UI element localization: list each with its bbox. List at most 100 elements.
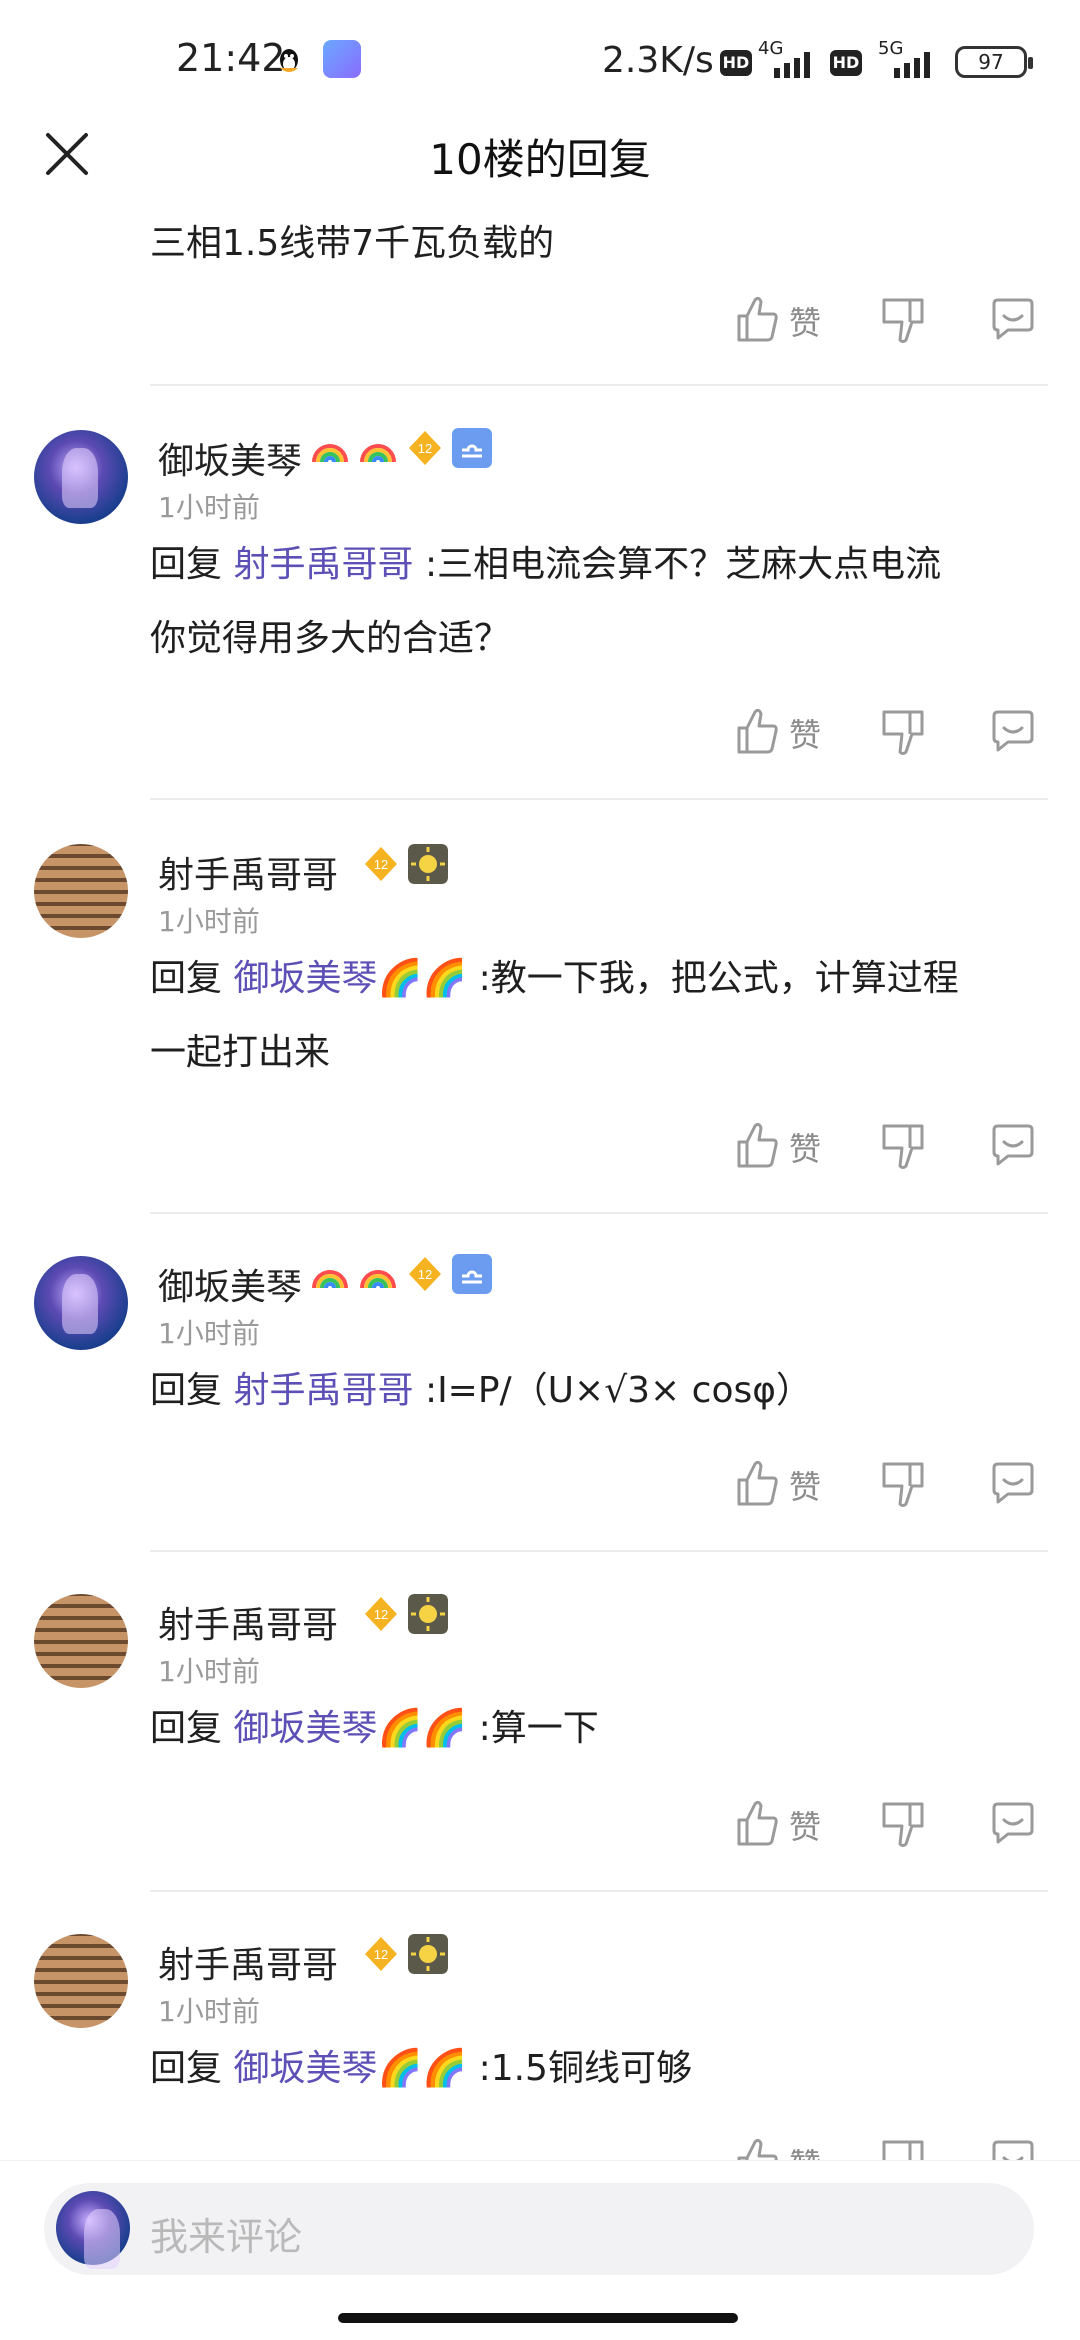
- thumbs-up-icon[interactable]: [735, 1120, 781, 1170]
- qq-penguin-icon: [280, 49, 298, 72]
- thumbs-down-icon[interactable]: [880, 708, 926, 758]
- reply-prefix: 回复: [150, 1370, 223, 1411]
- reply-actions: 赞: [735, 2136, 1045, 2160]
- comment-icon[interactable]: [990, 1800, 1036, 1846]
- svg-text:12: 12: [374, 1947, 388, 1962]
- reply-body: 回复 射手禹哥哥 :I=P/（U×√3× cosφ）: [150, 1354, 1030, 1428]
- like-label[interactable]: 赞: [789, 1124, 821, 1170]
- reply-prefix: 回复: [150, 2048, 223, 2089]
- username[interactable]: 御坂美琴: [158, 1258, 302, 1310]
- username[interactable]: 御坂美琴: [158, 432, 302, 484]
- thumbs-down-icon[interactable]: [880, 1460, 926, 1510]
- sun-badge-icon: [408, 844, 448, 884]
- reply-text: :I=P/（U×√3× cosφ）: [424, 1370, 812, 1411]
- reply-text: 一起打出来: [150, 1032, 331, 1073]
- rainbow-icon: [312, 444, 348, 463]
- avatar[interactable]: [34, 1256, 128, 1350]
- like-label[interactable]: 赞: [789, 1462, 821, 1508]
- level-badge-icon: 12: [409, 431, 441, 465]
- thumbs-up-icon[interactable]: [735, 2136, 781, 2160]
- user-badges: 12: [362, 1594, 448, 1634]
- mention-link[interactable]: 御坂美琴🌈🌈: [233, 1708, 467, 1749]
- hd-volte-icon: HD: [720, 50, 752, 76]
- reply-prefix: 回复: [150, 958, 223, 999]
- sun-badge-icon: [408, 1594, 448, 1634]
- rainbow-icon: [360, 1270, 396, 1289]
- reply-list[interactable]: 三相1.5线带7千瓦负载的 赞 御坂美琴 12 1小时前 回复 射手禹哥哥 :三…: [0, 210, 1080, 2160]
- level-badge-icon: 12: [409, 1257, 441, 1291]
- avatar[interactable]: [34, 1934, 128, 2028]
- reply-actions: 赞: [735, 294, 1045, 354]
- comment-icon[interactable]: [990, 708, 1036, 754]
- like-label[interactable]: 赞: [789, 298, 821, 344]
- like-label[interactable]: 赞: [789, 710, 821, 756]
- libra-sign-icon: [452, 428, 492, 468]
- svg-text:12: 12: [374, 1607, 388, 1622]
- reply-body: 回复 御坂美琴🌈🌈 :教一下我，把公式，计算过程 一起打出来: [150, 942, 1030, 1090]
- reply-text: :算一下: [478, 1708, 599, 1749]
- timestamp: 1小时前: [158, 1995, 260, 2028]
- divider: [150, 1550, 1048, 1552]
- comment-icon[interactable]: [990, 1122, 1036, 1168]
- libra-sign-icon: [452, 1254, 492, 1294]
- status-bar: 21:42 2.3K/s HD 4G HD 5G 97: [0, 0, 1080, 120]
- reply-text: 三相1.5线带7千瓦负载的: [150, 223, 555, 264]
- comment-bar: 我来评论: [0, 2160, 1080, 2340]
- mention-link[interactable]: 御坂美琴🌈🌈: [233, 958, 467, 999]
- avatar[interactable]: [34, 430, 128, 524]
- timestamp: 1小时前: [158, 491, 260, 524]
- user-badges: 12: [362, 844, 448, 884]
- reply-thread-screen: 21:42 2.3K/s HD 4G HD 5G 97 10楼的回复 三相1.5…: [0, 0, 1080, 2340]
- home-indicator[interactable]: [338, 2313, 738, 2323]
- hd-volte-icon: HD: [830, 50, 862, 76]
- thumbs-up-icon[interactable]: [735, 1798, 781, 1848]
- reply-actions: 赞: [735, 706, 1045, 766]
- username[interactable]: 射手禹哥哥: [158, 1936, 338, 1988]
- rainbow-icon: [360, 444, 396, 463]
- sun-badge-icon: [408, 1934, 448, 1974]
- reply-text: 你觉得用多大的合适？: [150, 618, 511, 659]
- reply-text: :1.5铜线可够: [478, 2048, 692, 2089]
- like-label[interactable]: 赞: [789, 2140, 821, 2160]
- username[interactable]: 射手禹哥哥: [158, 1596, 338, 1648]
- app-notification-icon: [323, 40, 361, 78]
- comment-icon[interactable]: [990, 1460, 1036, 1506]
- level-badge-icon: 12: [365, 847, 397, 881]
- reply-body: 回复 射手禹哥哥 :三相电流会算不？芝麻大点电流 你觉得用多大的合适？: [150, 528, 1030, 676]
- avatar[interactable]: [34, 1594, 128, 1688]
- reply-prefix: 回复: [150, 544, 223, 585]
- reply-body: 回复 御坂美琴🌈🌈 :算一下: [150, 1692, 1030, 1766]
- thumbs-up-icon[interactable]: [735, 1458, 781, 1508]
- status-time: 21:42: [176, 36, 286, 80]
- comment-icon[interactable]: [990, 2138, 1036, 2160]
- timestamp: 1小时前: [158, 905, 260, 938]
- like-label[interactable]: 赞: [789, 1802, 821, 1848]
- thumbs-down-icon[interactable]: [880, 1122, 926, 1172]
- reply-actions: 赞: [735, 1798, 1045, 1858]
- thumbs-up-icon[interactable]: [735, 294, 781, 344]
- thumbs-down-icon[interactable]: [880, 296, 926, 346]
- thumbs-down-icon[interactable]: [880, 2138, 926, 2160]
- mention-link[interactable]: 射手禹哥哥: [233, 544, 413, 585]
- reply-actions: 赞: [735, 1458, 1045, 1518]
- svg-text:12: 12: [418, 441, 432, 456]
- user-badges: 12: [310, 428, 492, 468]
- comment-placeholder[interactable]: 我来评论: [150, 2206, 302, 2261]
- mention-link[interactable]: 御坂美琴🌈🌈: [233, 2048, 467, 2089]
- level-badge-icon: 12: [365, 1937, 397, 1971]
- avatar[interactable]: [34, 844, 128, 938]
- page-title: 10楼的回复: [429, 135, 651, 184]
- username[interactable]: 射手禹哥哥: [158, 846, 338, 898]
- mention-link[interactable]: 射手禹哥哥: [233, 1370, 413, 1411]
- reply-text: :教一下我，把公式，计算过程: [478, 958, 959, 999]
- user-badges: 12: [310, 1254, 492, 1294]
- divider: [150, 384, 1048, 386]
- network-speed: 2.3K/s: [602, 40, 714, 81]
- reply-text: :三相电流会算不？芝麻大点电流: [424, 544, 942, 585]
- comment-icon[interactable]: [990, 296, 1036, 342]
- thumbs-up-icon[interactable]: [735, 706, 781, 756]
- user-badges: 12: [362, 1934, 448, 1974]
- thumbs-down-icon[interactable]: [880, 1800, 926, 1850]
- rainbow-icon: [312, 1270, 348, 1289]
- reply-prefix: 回复: [150, 1708, 223, 1749]
